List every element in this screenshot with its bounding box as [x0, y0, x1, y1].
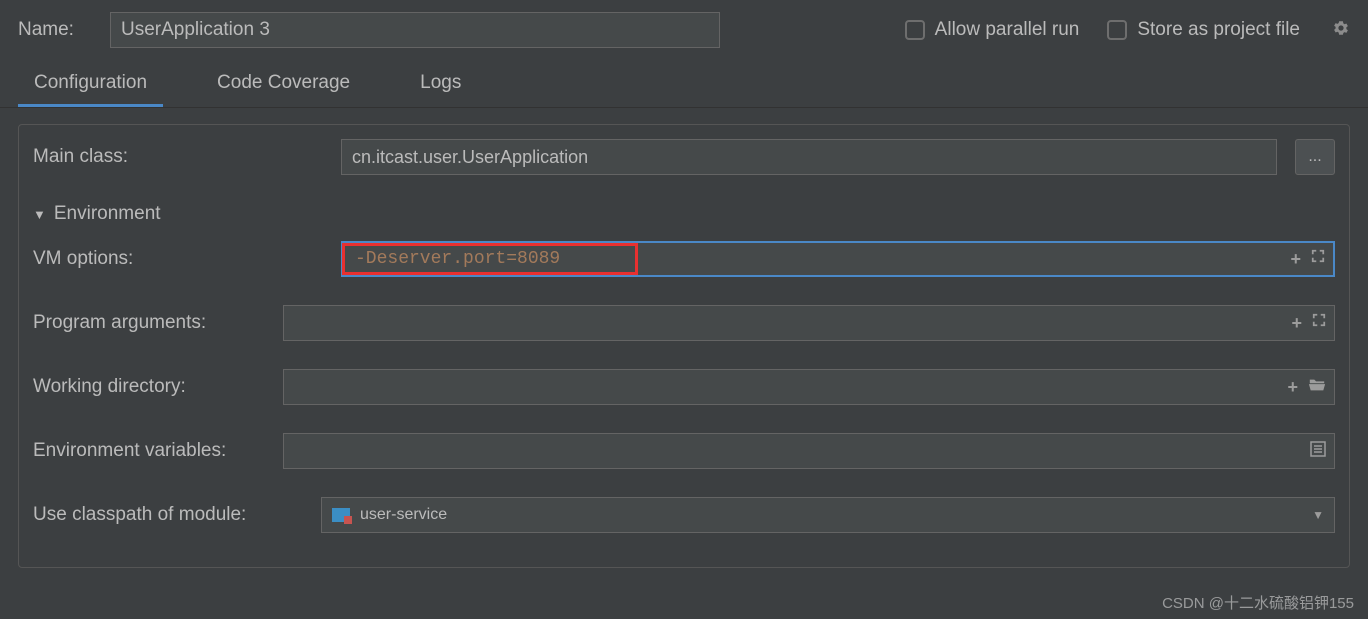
- main-class-browse-button[interactable]: ...: [1295, 139, 1335, 175]
- folder-open-icon[interactable]: [1308, 377, 1326, 398]
- environment-header-label: Environment: [54, 203, 161, 225]
- classpath-module-value: user-service: [360, 506, 447, 524]
- vm-options-input[interactable]: -Deserver.port=8089: [341, 241, 1335, 277]
- working-directory-row: Working directory:: [19, 355, 1349, 419]
- store-project-file-label: Store as project file: [1137, 19, 1300, 41]
- checkbox-icon: [1107, 20, 1127, 40]
- tab-code-coverage[interactable]: Code Coverage: [201, 64, 366, 107]
- allow-parallel-label: Allow parallel run: [935, 19, 1080, 41]
- working-directory-label: Working directory:: [33, 376, 275, 398]
- checkbox-icon: [905, 20, 925, 40]
- allow-parallel-run-checkbox[interactable]: Allow parallel run: [905, 19, 1080, 41]
- gear-icon[interactable]: [1332, 19, 1350, 42]
- main-class-row: Main class: ...: [19, 125, 1349, 189]
- main-class-label: Main class:: [33, 146, 333, 168]
- environment-variables-row: Environment variables:: [19, 419, 1349, 483]
- tab-configuration[interactable]: Configuration: [18, 64, 163, 107]
- classpath-module-row: Use classpath of module: user-service ▼: [19, 483, 1349, 547]
- plus-icon[interactable]: [1287, 377, 1298, 398]
- expand-icon[interactable]: [1312, 313, 1326, 334]
- plus-icon[interactable]: [1290, 249, 1301, 270]
- vm-options-label: VM options:: [33, 248, 333, 270]
- expand-icon[interactable]: [1311, 249, 1325, 270]
- watermark: CSDN @十二水硫酸铝钾155: [1162, 592, 1354, 613]
- classpath-module-select[interactable]: user-service ▼: [321, 497, 1335, 533]
- vm-options-row: VM options: -Deserver.port=8089: [19, 227, 1349, 291]
- name-label: Name:: [18, 19, 74, 41]
- vm-options-highlight: -Deserver.port=8089: [342, 243, 638, 275]
- main-class-input[interactable]: [341, 139, 1277, 175]
- configuration-panel: Main class: ... ▼ Environment VM options…: [18, 124, 1350, 568]
- vm-options-field-icons: [1290, 249, 1325, 270]
- chevron-down-icon: ▼: [1312, 508, 1324, 522]
- working-directory-field-icons: [1287, 377, 1326, 398]
- tabs-bar: Configuration Code Coverage Logs: [0, 56, 1368, 108]
- program-arguments-row: Program arguments:: [19, 291, 1349, 355]
- environment-variables-label: Environment variables:: [33, 440, 275, 462]
- main-class-field: [341, 139, 1277, 175]
- program-arguments-label: Program arguments:: [33, 312, 275, 334]
- module-folder-icon: [332, 508, 350, 522]
- name-input[interactable]: [110, 12, 720, 48]
- environment-section-header[interactable]: ▼ Environment: [19, 189, 1349, 227]
- environment-variables-field-icons: [1310, 441, 1326, 461]
- top-right-options: Allow parallel run Store as project file: [905, 19, 1350, 42]
- list-icon[interactable]: [1310, 441, 1326, 461]
- working-directory-input[interactable]: [283, 369, 1335, 405]
- environment-variables-input[interactable]: [283, 433, 1335, 469]
- vm-options-value: -Deserver.port=8089: [355, 249, 560, 269]
- store-as-project-file-checkbox[interactable]: Store as project file: [1107, 19, 1300, 41]
- tab-logs[interactable]: Logs: [404, 64, 477, 107]
- classpath-module-label: Use classpath of module:: [33, 504, 313, 526]
- plus-icon[interactable]: [1291, 313, 1302, 334]
- program-arguments-input[interactable]: [283, 305, 1335, 341]
- top-row: Name: Allow parallel run Store as projec…: [0, 0, 1368, 56]
- chevron-down-icon: ▼: [33, 207, 46, 222]
- program-arguments-field-icons: [1291, 313, 1326, 334]
